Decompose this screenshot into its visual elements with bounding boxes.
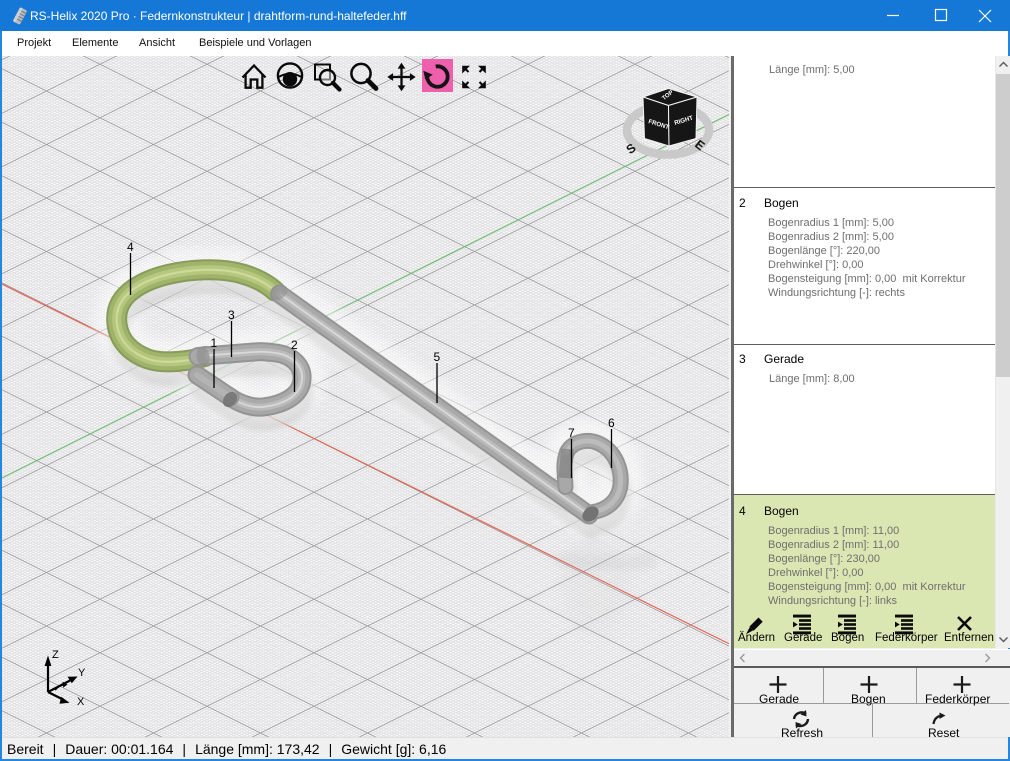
svg-text:3: 3 [228,308,235,322]
svg-text:Y: Y [78,667,86,679]
svg-text:2: 2 [291,338,298,352]
svg-text:1: 1 [211,336,218,350]
svg-text:Z: Z [52,649,59,661]
svg-text:4: 4 [127,240,134,254]
svg-text:7: 7 [568,426,575,440]
svg-text:X: X [77,696,85,708]
svg-text:5: 5 [434,350,441,364]
svg-text:6: 6 [608,416,615,430]
